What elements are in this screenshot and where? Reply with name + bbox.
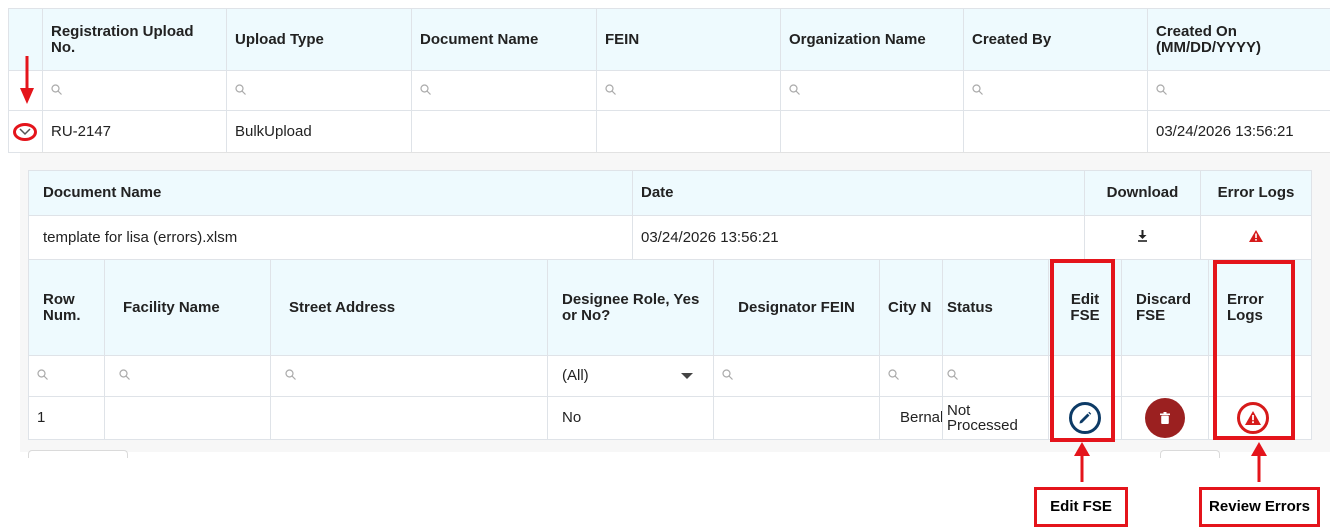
search-icon [605, 83, 616, 95]
column-header-designee-role[interactable]: Designee Role, Yes or No? [547, 259, 714, 356]
annotation-error-logs-highlight [1213, 260, 1295, 440]
filter-created-by[interactable] [963, 70, 1148, 111]
facility-name-cell [104, 396, 271, 440]
filter-row: (All) [28, 355, 1312, 397]
chevron-down-icon[interactable] [13, 122, 37, 141]
callout-review-errors: Review Errors [1199, 487, 1320, 527]
date-cell: 03/24/2026 13:56:21 [632, 215, 1085, 260]
documents-table: Document Name Date Download Error Logs t… [28, 170, 1312, 260]
column-header-row-num[interactable]: Row Num. [28, 259, 105, 356]
column-header-created-by[interactable]: Created By [963, 8, 1148, 71]
search-icon [789, 83, 800, 95]
filter-facility-name[interactable] [104, 355, 271, 397]
status-cell: Not Processed [942, 396, 1049, 440]
search-icon [119, 369, 130, 380]
filter-created-on[interactable] [1147, 70, 1330, 111]
fein-cell [596, 110, 781, 153]
designee-role-cell: No [547, 396, 714, 440]
annotation-arrow-down [20, 56, 34, 104]
column-header-organization-name[interactable]: Organization Name [780, 8, 964, 71]
search-icon [420, 83, 431, 95]
annotation-arrow-up [1251, 442, 1267, 482]
designator-fein-cell [713, 396, 880, 440]
search-icon [947, 369, 958, 380]
search-icon [888, 369, 899, 380]
search-icon [722, 369, 733, 380]
column-header-designator-fein[interactable]: Designator FEIN [713, 259, 880, 356]
created-by-cell [963, 110, 1148, 153]
header-row: Document Name Date Download Error Logs [28, 170, 1312, 216]
filter-fein[interactable] [596, 70, 781, 111]
search-icon [285, 369, 296, 380]
warning-icon[interactable] [1249, 229, 1263, 246]
search-icon [51, 83, 62, 95]
search-icon [972, 83, 983, 95]
filter-city[interactable] [879, 355, 943, 397]
pagination-control[interactable] [1160, 450, 1220, 458]
table-row: template for lisa (errors).xlsm 03/24/20… [28, 215, 1312, 260]
filter-organization-name[interactable] [780, 70, 964, 111]
header-row: Registration Upload No. Upload Type Docu… [8, 8, 1330, 71]
annotation-arrow-up [1074, 442, 1090, 482]
select-value: (All) [562, 367, 589, 384]
search-icon [1156, 83, 1167, 95]
row-num-cell: 1 [28, 396, 105, 440]
org-name-cell [780, 110, 964, 153]
download-icon[interactable] [1137, 229, 1148, 246]
search-icon [235, 83, 246, 95]
download-cell[interactable] [1084, 215, 1201, 260]
column-header-document-name[interactable]: Document Name [411, 8, 597, 71]
registration-uploads-table: Registration Upload No. Upload Type Docu… [8, 8, 1330, 153]
filter-cell-empty [1121, 355, 1209, 397]
column-header-error-logs: Error Logs [1200, 170, 1312, 216]
filter-designee-role-select[interactable]: (All) [547, 355, 714, 397]
column-header-date[interactable]: Date [632, 170, 1085, 216]
filter-upload-type[interactable] [226, 70, 412, 111]
expand-cell[interactable] [8, 110, 43, 153]
reg-no-cell: RU-2147 [42, 110, 227, 153]
column-header-city[interactable]: City N [879, 259, 943, 356]
document-name-cell: template for lisa (errors).xlsm [28, 215, 633, 260]
search-icon [37, 369, 48, 380]
filter-row [8, 70, 1330, 111]
filter-status[interactable] [942, 355, 1049, 397]
table-row: 1 No Bernal Not Processed [28, 396, 1312, 440]
discard-fse-button[interactable] [1145, 398, 1185, 438]
facility-details-table: Row Num. Facility Name Street Address De… [28, 259, 1312, 440]
trash-icon [1160, 412, 1170, 424]
column-header-fein[interactable]: FEIN [596, 8, 781, 71]
table-row: RU-2147 BulkUpload 03/24/2026 13:56:21 [8, 110, 1330, 153]
column-header-created-on[interactable]: Created On (MM/DD/YYYY) [1147, 8, 1330, 71]
column-header-download: Download [1084, 170, 1201, 216]
filter-designator-fein[interactable] [713, 355, 880, 397]
column-header-facility-name[interactable]: Facility Name [104, 259, 271, 356]
column-header-reg-no[interactable]: Registration Upload No. [42, 8, 227, 71]
column-header-upload-type[interactable]: Upload Type [226, 8, 412, 71]
header-row: Row Num. Facility Name Street Address De… [28, 259, 1312, 356]
filter-street-address[interactable] [270, 355, 548, 397]
filter-document-name[interactable] [411, 70, 597, 111]
annotation-edit-fse-highlight [1050, 259, 1115, 442]
column-header-status[interactable]: Status [942, 259, 1049, 356]
city-cell: Bernal [879, 396, 943, 440]
column-header-discard-fse: Discard FSE [1121, 259, 1209, 356]
callout-edit-fse: Edit FSE [1034, 487, 1128, 527]
created-on-cell: 03/24/2026 13:56:21 [1147, 110, 1330, 153]
filter-reg-no[interactable] [42, 70, 227, 111]
error-logs-cell[interactable] [1200, 215, 1312, 260]
filter-row-num[interactable] [28, 355, 105, 397]
chevron-down-icon [681, 373, 693, 379]
street-address-cell [270, 396, 548, 440]
column-header-document-name[interactable]: Document Name [28, 170, 633, 216]
document-name-cell [411, 110, 597, 153]
column-header-street-address[interactable]: Street Address [270, 259, 548, 356]
discard-fse-cell [1121, 396, 1209, 440]
page-size-selector[interactable] [28, 450, 128, 458]
upload-type-cell: BulkUpload [226, 110, 412, 153]
